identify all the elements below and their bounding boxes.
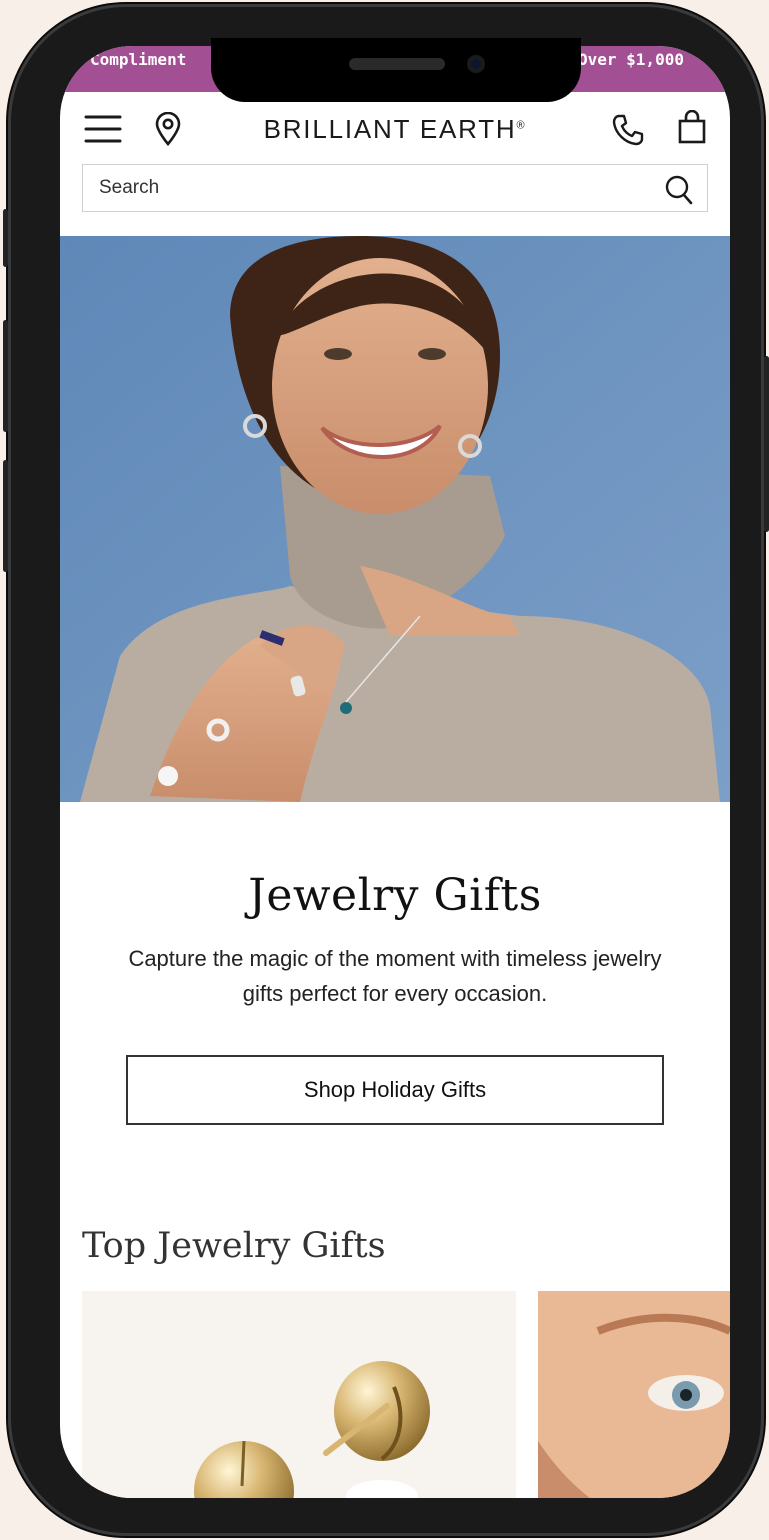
phone-frame: Compliment Over $1,000 BRILLIANT EARTH® … — [3, 4, 769, 1536]
front-camera — [467, 55, 485, 73]
power-button — [764, 356, 769, 532]
promo-text-left: Compliment — [90, 50, 187, 69]
volume-down-button — [3, 460, 8, 572]
volume-up-button — [3, 320, 8, 432]
promo-text-right: Over $1,000 — [578, 50, 684, 69]
search-placeholder: Search — [99, 177, 160, 198]
search-icon[interactable] — [665, 175, 693, 210]
shop-holiday-gifts-button[interactable]: Shop Holiday Gifts — [126, 1055, 664, 1125]
hero-image — [60, 236, 730, 802]
phone-icon[interactable] — [612, 114, 644, 151]
section-title: Top Jewelry Gifts — [82, 1226, 386, 1266]
mute-switch — [3, 209, 8, 267]
content-section: Jewelry Gifts Capture the magic of the m… — [60, 802, 730, 1125]
gold-earrings-image — [82, 1291, 516, 1498]
screen: Compliment Over $1,000 BRILLIANT EARTH® … — [60, 46, 730, 1498]
registered-mark: ® — [516, 119, 527, 132]
logo-text: BRILLIANT EARTH — [263, 114, 517, 144]
product-card-model[interactable] — [538, 1291, 730, 1498]
product-card-earrings[interactable] — [82, 1291, 516, 1498]
site-header: BRILLIANT EARTH® — [60, 92, 730, 164]
page-title: Jewelry Gifts — [248, 870, 542, 921]
model-closeup-image — [538, 1291, 730, 1498]
shopping-bag-icon[interactable] — [678, 109, 706, 149]
page-subtitle: Capture the magic of the moment with tim… — [128, 946, 662, 1006]
camera-notch — [211, 38, 581, 102]
speaker-grille — [349, 58, 445, 70]
hero-model-illustration — [60, 236, 730, 802]
search-input[interactable]: Search — [82, 164, 708, 212]
